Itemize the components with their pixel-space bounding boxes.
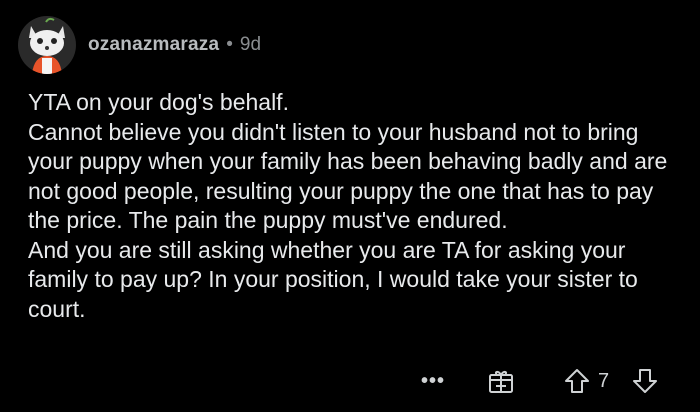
upvote-button[interactable] xyxy=(562,366,592,396)
comment-paragraph: YTA on your dog's behalf. xyxy=(28,89,289,115)
username[interactable]: ozanazmaraza xyxy=(88,34,219,56)
downvote-button[interactable] xyxy=(630,366,660,396)
comment-age: 9d xyxy=(239,34,262,55)
award-gift-icon xyxy=(489,371,513,393)
upvote-arrow-icon xyxy=(565,369,589,393)
downvote-arrow-icon xyxy=(633,369,657,393)
avatar[interactable] xyxy=(18,16,76,74)
comment-actions: ••• 7 xyxy=(0,364,700,400)
meta-separator: • xyxy=(226,34,233,55)
comment-header: ozanazmaraza • 9d xyxy=(18,14,261,76)
fox-avatar-icon xyxy=(18,16,76,74)
comment-paragraph: And you are still asking whether you are… xyxy=(28,236,638,322)
award-button[interactable] xyxy=(486,366,516,396)
more-options-button[interactable]: ••• xyxy=(418,366,448,396)
more-dots-icon: ••• xyxy=(420,369,445,392)
vote-score: 7 xyxy=(598,370,610,392)
comment-card: ozanazmaraza • 9d YTA on your dog's beha… xyxy=(0,0,700,412)
comment-paragraph: Cannot believe you didn't listen to your… xyxy=(28,118,668,234)
comment-body: YTA on your dog's behalf. Cannot believe… xyxy=(28,88,688,324)
